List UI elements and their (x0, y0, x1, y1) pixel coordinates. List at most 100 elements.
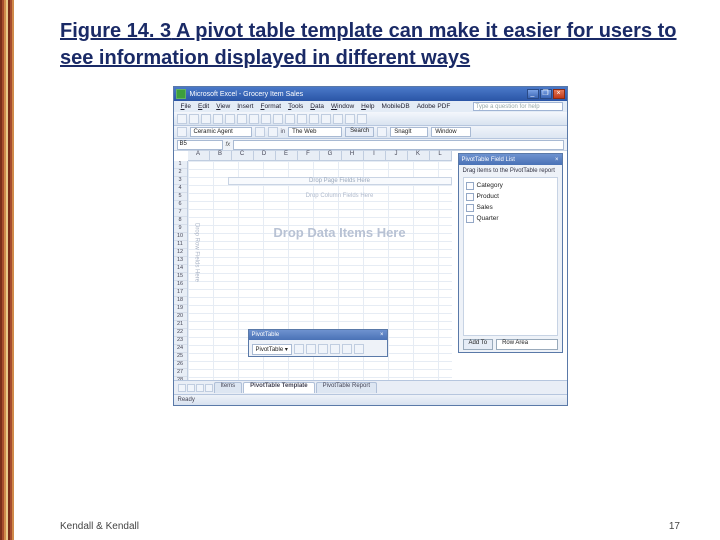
col-K[interactable]: K (408, 151, 430, 160)
col-E[interactable]: E (276, 151, 298, 160)
paste-icon[interactable] (273, 114, 283, 124)
print-icon[interactable] (213, 114, 223, 124)
agent-select[interactable]: Ceramic Agent (190, 127, 252, 137)
zoom-icon[interactable] (357, 114, 367, 124)
menu-file[interactable]: File (178, 103, 195, 110)
row-27[interactable]: 27 (174, 369, 187, 377)
row-18[interactable]: 18 (174, 297, 187, 305)
pivottable-toolbar-header[interactable]: PivotTable × (249, 330, 387, 340)
pivot-fieldlist-icon[interactable] (354, 344, 364, 354)
col-I[interactable]: I (364, 151, 386, 160)
tab-scroll-prev-icon[interactable] (187, 384, 195, 392)
row-9[interactable]: 9 (174, 225, 187, 233)
sheet-tab-items[interactable]: Items (214, 382, 243, 393)
pivot-chart-icon[interactable] (306, 344, 316, 354)
menu-insert[interactable]: Insert (234, 103, 256, 110)
autosum-icon[interactable] (309, 114, 319, 124)
row-12[interactable]: 12 (174, 249, 187, 257)
back-icon[interactable] (255, 127, 265, 137)
menu-window[interactable]: Window (328, 103, 357, 110)
pivot-refresh-icon[interactable] (330, 344, 340, 354)
field-item-quarter[interactable]: Quarter (466, 213, 555, 224)
save-icon[interactable] (201, 114, 211, 124)
row-5[interactable]: 5 (174, 193, 187, 201)
row-11[interactable]: 11 (174, 241, 187, 249)
col-A[interactable]: A (188, 151, 210, 160)
row-17[interactable]: 17 (174, 289, 187, 297)
row-2[interactable]: 2 (174, 169, 187, 177)
field-item-category[interactable]: Category (466, 180, 555, 191)
row-8[interactable]: 8 (174, 217, 187, 225)
redo-icon[interactable] (297, 114, 307, 124)
row-10[interactable]: 10 (174, 233, 187, 241)
field-item-sales[interactable]: Sales (466, 202, 555, 213)
menu-mobiledb[interactable]: MobileDB (379, 103, 413, 110)
row-7[interactable]: 7 (174, 209, 187, 217)
pivot-format-icon[interactable] (294, 344, 304, 354)
undo-icon[interactable] (285, 114, 295, 124)
window-titlebar[interactable]: Microsoft Excel - Grocery Item Sales _ ❐… (174, 87, 567, 101)
name-box[interactable]: B5 (177, 140, 223, 150)
cut-icon[interactable] (249, 114, 259, 124)
area-select[interactable]: Row Area (496, 339, 557, 350)
pivottable-toolbar-close-icon[interactable]: × (380, 332, 384, 338)
row-19[interactable]: 19 (174, 305, 187, 313)
row-22[interactable]: 22 (174, 329, 187, 337)
formula-bar[interactable] (233, 140, 563, 150)
forward-icon[interactable] (268, 127, 278, 137)
row-4[interactable]: 4 (174, 185, 187, 193)
window-select[interactable]: Window (431, 127, 471, 137)
drop-page-fields[interactable]: Drop Page Fields Here (228, 177, 452, 185)
row-16[interactable]: 16 (174, 281, 187, 289)
sheet-tab-pivot-report[interactable]: PivotTable Report (316, 382, 377, 393)
row-14[interactable]: 14 (174, 265, 187, 273)
field-list-close-icon[interactable]: × (555, 157, 559, 163)
drop-column-fields[interactable]: Drop Column Fields Here (228, 193, 452, 201)
col-L[interactable]: L (430, 151, 452, 160)
new-icon[interactable] (177, 114, 187, 124)
agent-icon[interactable] (177, 127, 187, 137)
row-1[interactable]: 1 (174, 161, 187, 169)
row-13[interactable]: 13 (174, 257, 187, 265)
row-24[interactable]: 24 (174, 345, 187, 353)
col-C[interactable]: C (232, 151, 254, 160)
snagit-select[interactable]: SnagIt (390, 127, 428, 137)
menu-adobe-pdf[interactable]: Adobe PDF (414, 103, 454, 110)
tab-scroll-last-icon[interactable] (205, 384, 213, 392)
pivottable-field-list[interactable]: PivotTable Field List × Drag items to th… (458, 153, 563, 353)
menu-edit[interactable]: Edit (195, 103, 212, 110)
minimize-button[interactable]: _ (527, 89, 539, 99)
menu-data[interactable]: Data (307, 103, 327, 110)
menu-tools[interactable]: Tools (285, 103, 306, 110)
sort-desc-icon[interactable] (333, 114, 343, 124)
col-G[interactable]: G (320, 151, 342, 160)
row-26[interactable]: 26 (174, 361, 187, 369)
col-B[interactable]: B (210, 151, 232, 160)
pivot-hide-icon[interactable] (318, 344, 328, 354)
snagit-icon[interactable] (377, 127, 387, 137)
copy-icon[interactable] (261, 114, 271, 124)
sort-asc-icon[interactable] (321, 114, 331, 124)
row-21[interactable]: 21 (174, 321, 187, 329)
close-button[interactable]: × (553, 89, 565, 99)
pivot-settings-icon[interactable] (342, 344, 352, 354)
add-to-button[interactable]: Add To (463, 339, 494, 350)
menu-help[interactable]: Help (358, 103, 377, 110)
menu-format[interactable]: Format (257, 103, 284, 110)
tab-scroll-first-icon[interactable] (178, 384, 186, 392)
row-20[interactable]: 20 (174, 313, 187, 321)
col-F[interactable]: F (298, 151, 320, 160)
col-D[interactable]: D (254, 151, 276, 160)
drop-row-fields[interactable]: Drop Row Fields Here (192, 205, 200, 301)
drop-data-items[interactable]: Drop Data Items Here (228, 225, 452, 240)
chart-wizard-icon[interactable] (345, 114, 355, 124)
row-3[interactable]: 3 (174, 177, 187, 185)
maximize-button[interactable]: ❐ (540, 89, 552, 99)
cell-grid[interactable]: Drop Page Fields Here Drop Column Fields… (188, 161, 452, 380)
pivottable-toolbar[interactable]: PivotTable × PivotTable ▾ (248, 329, 388, 357)
row-6[interactable]: 6 (174, 201, 187, 209)
search-scope-select[interactable]: The Web (288, 127, 342, 137)
sheet-tab-pivot-template[interactable]: PivotTable Template (243, 382, 314, 393)
help-search-input[interactable]: Type a question for help (473, 102, 563, 111)
pivottable-menu-dropdown[interactable]: PivotTable ▾ (252, 344, 292, 355)
